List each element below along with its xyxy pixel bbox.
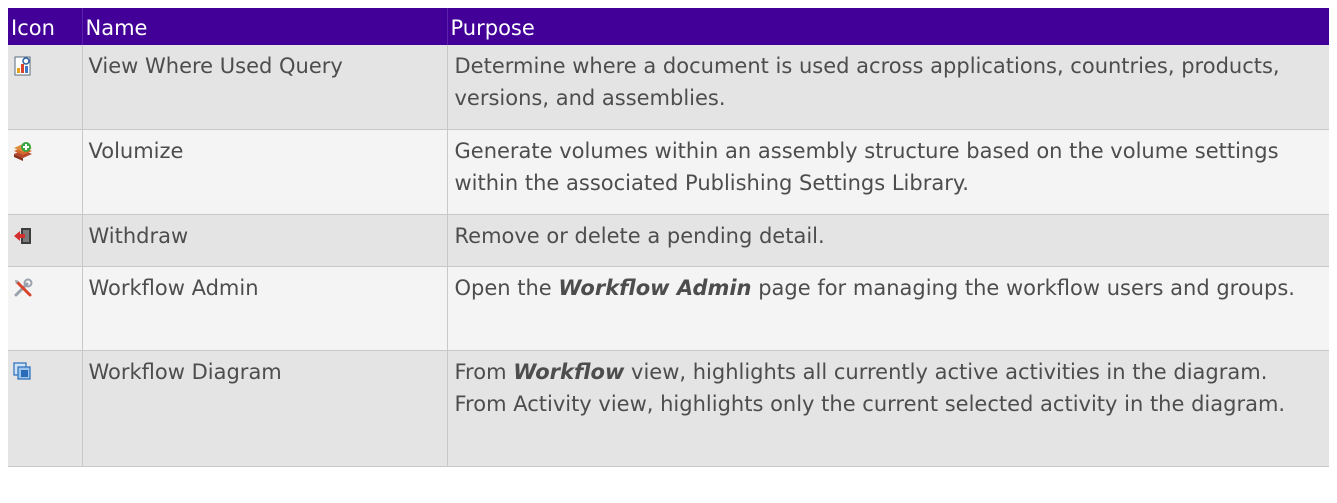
row-name: View Where Used Query (81, 45, 447, 130)
row-name: Workflow Admin (81, 266, 447, 351)
commands-table: Icon Name Purpose View Where Used Query … (8, 8, 1329, 467)
row-purpose: Remove or delete a pending detail. (446, 214, 1329, 267)
row-purpose: Generate volumes within an assembly stru… (446, 129, 1329, 215)
purpose-text: From (454, 359, 514, 384)
table-header-row: Icon Name Purpose (8, 8, 1329, 45)
row-purpose: Determine where a document is used acros… (446, 45, 1329, 130)
purpose-emphasis: Workflow Admin (558, 275, 752, 300)
workflow-diagram-icon (12, 360, 34, 382)
table-row: Volumize Generate volumes within an asse… (8, 129, 1329, 215)
row-purpose: Open the Workflow Admin page for managin… (446, 266, 1329, 351)
row-purpose: From Workflow view, highlights all curre… (446, 350, 1329, 467)
table-row: Withdraw Remove or delete a pending deta… (8, 214, 1329, 267)
row-name: Withdraw (81, 214, 447, 267)
table-row: Workflow Diagram From Workflow view, hig… (8, 350, 1329, 467)
header-purpose: Purpose (446, 8, 1329, 45)
where-used-query-icon (12, 54, 34, 76)
purpose-text: page for managing the workflow users and… (751, 275, 1295, 300)
header-name: Name (81, 8, 447, 45)
withdraw-icon (12, 224, 34, 246)
table-row: View Where Used Query Determine where a … (8, 45, 1329, 130)
header-icon: Icon (11, 15, 55, 40)
row-name: Volumize (81, 129, 447, 215)
workflow-admin-icon (12, 276, 34, 298)
purpose-emphasis: Workflow (513, 359, 625, 384)
table-row: Workflow Admin Open the Workflow Admin p… (8, 266, 1329, 351)
purpose-text: Open the (454, 275, 559, 300)
volumize-icon (12, 139, 34, 161)
row-name: Workflow Diagram (81, 350, 447, 467)
